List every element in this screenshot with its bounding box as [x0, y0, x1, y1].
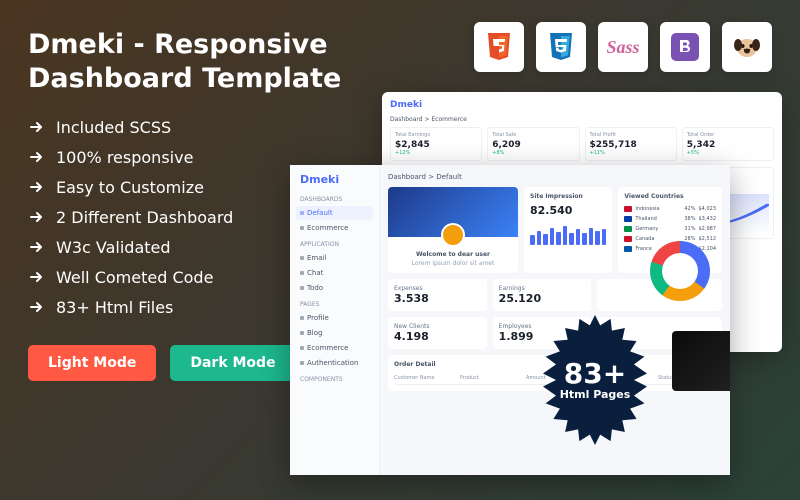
sidebar: Dmeki Dashboards Default Ecommerce Appli…: [290, 165, 380, 475]
feature-text: Easy to Customize: [56, 178, 204, 197]
stat-card: Total Profit$255,718+11%: [585, 127, 677, 161]
sidebar-item-blog[interactable]: Blog: [296, 326, 373, 340]
feature-text: Included SCSS: [56, 118, 171, 137]
feature-text: 83+ Html Files: [56, 298, 173, 317]
pages-count-badge: 83+ Html Pages: [530, 315, 660, 445]
stat-card: Total Order5,342+5%: [682, 127, 774, 161]
dashboard-preview-front: Dmeki Dashboards Default Ecommerce Appli…: [290, 165, 730, 475]
donut-chart: [650, 241, 710, 301]
feature-text: W3c Validated: [56, 238, 171, 257]
logo: Dmeki: [390, 100, 422, 110]
product-title: Dmeki - Responsive Dashboard Template: [28, 28, 368, 96]
dark-mode-button[interactable]: Dark Mode: [170, 345, 295, 381]
arrow-icon: [28, 148, 46, 166]
nav-section: Dashboards: [300, 196, 373, 203]
impression-card: Site Impression 82.540: [524, 187, 612, 273]
country-row: Thailand38%$3,432: [624, 214, 716, 224]
welcome-card: Welcome to dear user Lorem ipsum dolor s…: [388, 187, 518, 273]
country-row: Germany31%$2,987: [624, 224, 716, 234]
bar-chart: [530, 221, 606, 245]
tech-icons-row: Sass: [474, 22, 772, 72]
sidebar-item-ecommerce[interactable]: Ecommerce: [296, 221, 373, 235]
logo: Dmeki: [296, 173, 373, 186]
expenses-card: Expenses3.538: [388, 279, 487, 311]
earnings-card: Earnings25.120: [493, 279, 592, 311]
stat-card: Total Earnings$2,845+12%: [390, 127, 482, 161]
arrow-icon: [28, 178, 46, 196]
feature-text: 100% responsive: [56, 148, 193, 167]
sidebar-item-default[interactable]: Default: [296, 206, 373, 220]
sidebar-item-chat[interactable]: Chat: [296, 266, 373, 280]
sidebar-item-email[interactable]: Email: [296, 251, 373, 265]
nav-section: Components: [300, 376, 373, 383]
product-image: [672, 331, 730, 391]
pug-icon: [722, 22, 772, 72]
sass-icon: Sass: [598, 22, 648, 72]
arrow-icon: [28, 268, 46, 286]
country-row: Indonesia42%$4,023: [624, 204, 716, 214]
stat-card: Total Sale6,209+8%: [487, 127, 579, 161]
arrow-icon: [28, 298, 46, 316]
sidebar-item-auth[interactable]: Authentication: [296, 356, 373, 370]
arrow-icon: [28, 238, 46, 256]
newclients-card: New Clients4.198: [388, 317, 487, 349]
breadcrumb: Dashboard > Ecommerce: [390, 116, 774, 123]
nav-section: Pages: [300, 301, 373, 308]
light-mode-button[interactable]: Light Mode: [28, 345, 156, 381]
arrow-icon: [28, 118, 46, 136]
html5-icon: [474, 22, 524, 72]
arrow-icon: [28, 208, 46, 226]
sidebar-item-ecom[interactable]: Ecommerce: [296, 341, 373, 355]
feature-text: 2 Different Dashboard: [56, 208, 233, 227]
css3-icon: [536, 22, 586, 72]
donut-card: [597, 279, 722, 311]
nav-section: Application: [300, 241, 373, 248]
sidebar-item-profile[interactable]: Profile: [296, 311, 373, 325]
bootstrap-icon: [660, 22, 710, 72]
breadcrumb: Dashboard > Default: [388, 173, 722, 181]
feature-text: Well Cometed Code: [56, 268, 213, 287]
sidebar-item-todo[interactable]: Todo: [296, 281, 373, 295]
